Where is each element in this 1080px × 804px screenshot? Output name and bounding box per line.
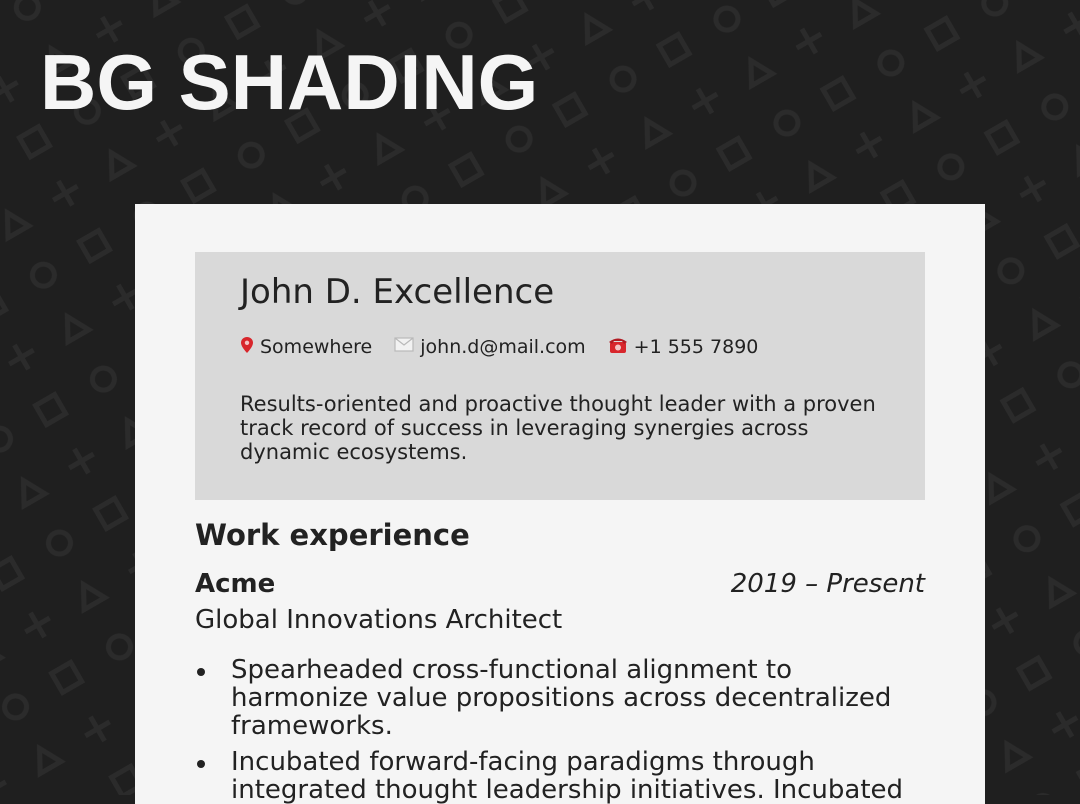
banner-title: BG SHADING [40, 38, 539, 126]
job-dates: 2019 – Present [730, 569, 925, 599]
telephone-icon [608, 336, 628, 359]
contact-email: john.d@mail.com [394, 335, 586, 359]
job-header: Acme 2019 – Present [195, 566, 925, 602]
bullet-dot [197, 760, 205, 768]
location-text: Somewhere [260, 336, 373, 358]
section-title-work-experience: Work experience [195, 518, 470, 552]
job-role: Global Innovations Architect [195, 605, 563, 635]
email-text[interactable]: john.d@mail.com [420, 335, 585, 359]
envelope-icon [394, 337, 414, 357]
resume-page: John D. Excellence Somewhere john.d@mail… [135, 204, 985, 804]
bullet-text: Spearheaded cross-functional alignment t… [231, 655, 892, 741]
company-name: Acme [195, 569, 276, 599]
map-pin-icon [240, 336, 254, 359]
bullet-text: Incubated forward-facing paradigms throu… [231, 747, 904, 804]
bullet-dot [197, 668, 205, 676]
resume-header: John D. Excellence Somewhere john.d@mail… [195, 252, 925, 500]
list-item: Incubated forward-facing paradigms throu… [195, 748, 925, 804]
job-bullets: Spearheaded cross-functional alignment t… [195, 656, 925, 804]
professional-summary: Results-oriented and proactive thought l… [240, 392, 876, 464]
list-item: Spearheaded cross-functional alignment t… [195, 656, 925, 740]
phone-text[interactable]: +1 555 7890 [634, 335, 759, 359]
candidate-name: John D. Excellence [240, 272, 555, 312]
contact-location: Somewhere [240, 335, 372, 359]
contact-info: Somewhere john.d@mail.com +1 555 7890 [240, 335, 780, 359]
contact-phone: +1 555 7890 [608, 335, 759, 359]
